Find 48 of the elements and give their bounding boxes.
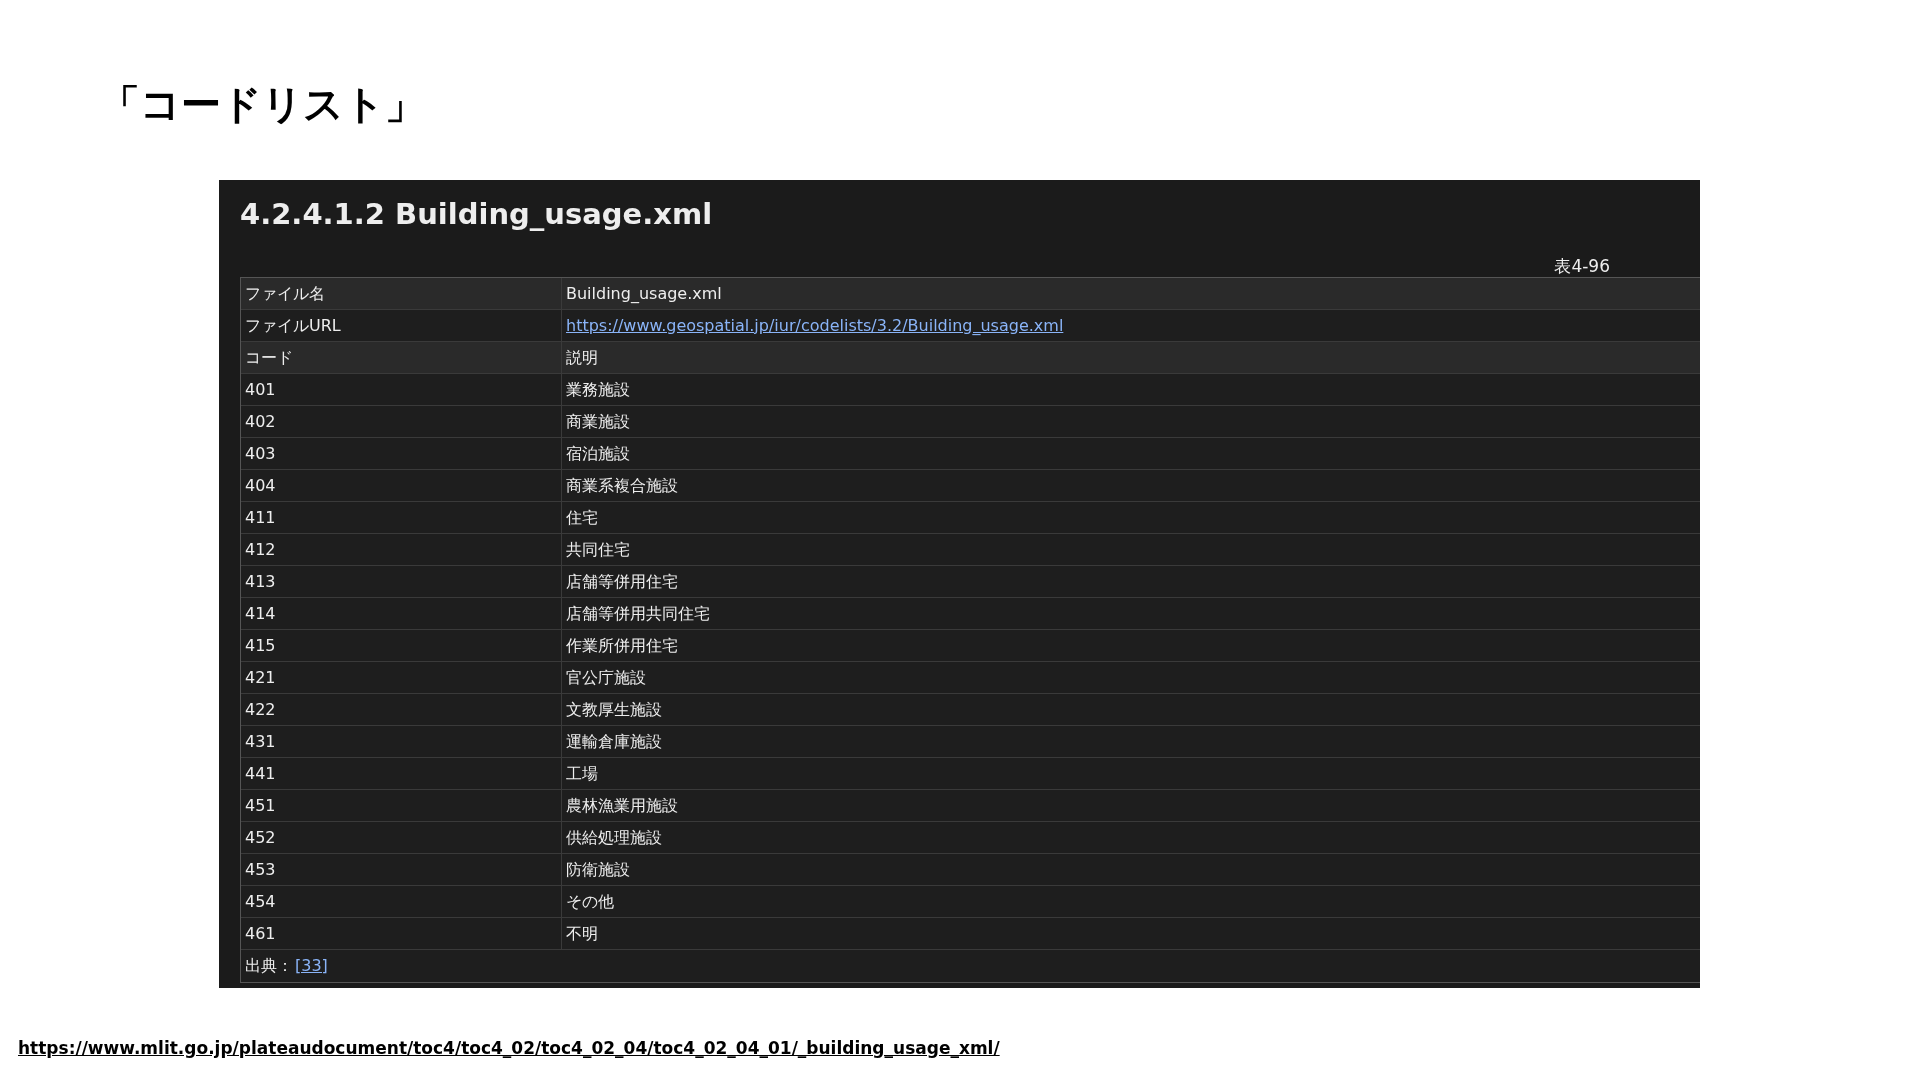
description-cell-text: 官公庁施設 — [566, 666, 646, 689]
field-label: ファイルURL — [245, 314, 341, 337]
code-cell-text: 402 — [245, 410, 276, 433]
code-cell-text: 421 — [245, 666, 276, 689]
description-cell-text: 防衛施設 — [566, 858, 630, 881]
table-caption: 表4-96 — [1554, 255, 1610, 277]
column-header: 説明 — [566, 346, 598, 369]
description-cell-text: 供給処理施設 — [566, 826, 662, 849]
description-cell-text: その他 — [566, 890, 614, 913]
description-cell-text: 店舗等併用共同住宅 — [566, 602, 710, 625]
code-cell-text: 411 — [245, 506, 276, 529]
code-cell-text: 441 — [245, 762, 276, 785]
reference-link[interactable]: [33] — [295, 954, 328, 978]
code-cell-text: 431 — [245, 730, 276, 753]
field-label: ファイル名 — [245, 282, 325, 305]
description-cell-text: 工場 — [566, 762, 598, 785]
code-cell-text: 414 — [245, 602, 276, 625]
description-cell-text: 文教厚生施設 — [566, 698, 662, 721]
code-cell-text: 453 — [245, 858, 276, 881]
description-cell-text: 共同住宅 — [566, 538, 630, 561]
description-cell-text: 商業系複合施設 — [566, 474, 678, 497]
slide-title: 「コードリスト」 — [100, 80, 425, 128]
description-cell-text: 不明 — [566, 922, 598, 945]
section-heading: 4.2.4.1.2 Building_usage.xml — [240, 196, 713, 233]
description-cell-text: 作業所併用住宅 — [566, 634, 678, 657]
description-cell-text: 宿泊施設 — [566, 442, 630, 465]
field-value: Building_usage.xml — [566, 282, 722, 305]
code-cell-text: 403 — [245, 442, 276, 465]
description-cell-text: 運輸倉庫施設 — [566, 730, 662, 753]
code-cell-text: 401 — [245, 378, 276, 401]
code-cell-text: 415 — [245, 634, 276, 657]
code-cell-text: 404 — [245, 474, 276, 497]
column-header: コード — [245, 346, 293, 369]
description-cell-text: 業務施設 — [566, 378, 630, 401]
description-cell-text: 商業施設 — [566, 410, 630, 433]
code-cell-text: 422 — [245, 698, 276, 721]
description-cell-text: 農林漁業用施設 — [566, 794, 678, 817]
code-cell-text: 412 — [245, 538, 276, 561]
code-cell-text: 452 — [245, 826, 276, 849]
url-link[interactable]: https://www.geospatial.jp/iur/codelists/3.2/Building_usage.xml — [566, 313, 1064, 338]
source-label: 出典： — [245, 955, 293, 977]
description-cell-text: 店舗等併用住宅 — [566, 570, 678, 593]
description-cell-text: 住宅 — [566, 506, 598, 529]
code-cell-text: 451 — [245, 794, 276, 817]
code-cell-text: 413 — [245, 570, 276, 593]
code-cell-text: 454 — [245, 890, 276, 913]
source-url-link[interactable]: https://www.mlit.go.jp/plateaudocument/toc4/toc4_02/toc4_02_04/toc4_02_04_01/_building_usage_xml/ — [18, 1038, 1000, 1058]
code-cell-text: 461 — [245, 922, 276, 945]
